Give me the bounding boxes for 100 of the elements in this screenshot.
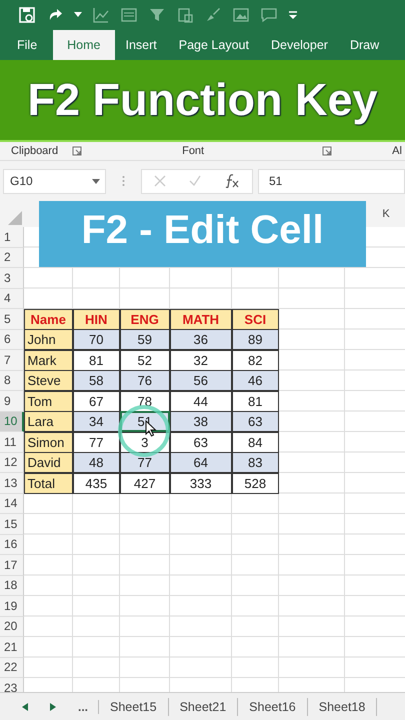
overlay-banner: F2 - Edit Cell	[39, 201, 366, 267]
ribbon-tab[interactable]: Page Layout	[168, 30, 260, 60]
row-number[interactable]: 7	[0, 350, 24, 370]
table-cell: 38	[170, 411, 232, 432]
shape-icon[interactable]	[176, 6, 194, 24]
table-cell: MATH	[170, 308, 232, 330]
row-number[interactable]: 12	[0, 452, 24, 473]
previous-sheet-icon[interactable]	[22, 702, 28, 710]
row-number[interactable]: 20	[0, 616, 24, 637]
table-cell: 435	[72, 472, 120, 494]
row-number[interactable]: 18	[0, 576, 24, 596]
ribbon-tab[interactable]: Draw	[338, 30, 390, 60]
dialog-launcher-icon[interactable]	[322, 146, 332, 156]
row-number[interactable]: 23	[0, 678, 24, 692]
group-label: Font	[182, 145, 204, 157]
table-cell: 89	[232, 329, 279, 350]
comment-icon[interactable]	[260, 6, 278, 24]
dropdown-caret-icon[interactable]	[92, 179, 100, 184]
save-icon[interactable]	[18, 6, 36, 24]
table-cell: 83	[232, 452, 279, 473]
ribbon-tab[interactable]: File	[0, 30, 54, 60]
table-cell: 46	[232, 370, 279, 391]
table-cell: 82	[232, 350, 279, 370]
insert-function-icon[interactable]	[224, 174, 240, 188]
ribbon-tab[interactable]: Developer	[260, 30, 339, 60]
filter-icon[interactable]	[148, 6, 166, 24]
ribbon-tab[interactable]: Home	[53, 30, 114, 60]
table-cell: Total	[24, 472, 73, 494]
table-cell: Steve	[24, 370, 73, 391]
sheet-tab[interactable]: Sheet18	[308, 698, 378, 716]
row-number[interactable]: 1	[0, 227, 24, 248]
table-cell: HIN	[72, 308, 120, 330]
row-number[interactable]: 14	[0, 494, 24, 514]
title-banner: F2 Function Key	[0, 60, 405, 142]
row-number[interactable]: 2	[0, 248, 24, 268]
table-cell: 63	[170, 432, 232, 452]
row-number[interactable]: 13	[0, 473, 24, 494]
row-number[interactable]: 11	[0, 432, 24, 452]
table-cell: 76	[120, 370, 170, 391]
sheet-tab[interactable]: Sheet15	[99, 698, 169, 716]
dialog-launcher-icon[interactable]	[72, 146, 82, 156]
table-cell: 48	[72, 452, 120, 473]
row-number[interactable]: 5	[0, 309, 24, 330]
table-cell: SCI	[232, 308, 279, 330]
row-number[interactable]: 17	[0, 555, 24, 576]
row-number[interactable]: 21	[0, 637, 24, 658]
chart-icon[interactable]	[92, 6, 110, 24]
table-cell: 81	[72, 350, 120, 370]
more-sheets-button[interactable]: ...	[78, 700, 100, 714]
table-cell: 56	[170, 370, 232, 391]
sheet-tab[interactable]: Sheet21	[168, 698, 238, 716]
row-number[interactable]: 3	[0, 268, 24, 288]
image-icon[interactable]	[232, 6, 250, 24]
table-cell: 67	[72, 390, 120, 412]
table-cell: 36	[170, 329, 232, 350]
column-header[interactable]: K	[367, 201, 405, 227]
name-box[interactable]: G10	[3, 168, 106, 194]
table-cell: 32	[170, 350, 232, 370]
next-sheet-icon[interactable]	[50, 702, 56, 710]
sheet-tab[interactable]: Sheet16	[238, 698, 308, 716]
brush-icon[interactable]	[204, 6, 222, 24]
table-cell: 58	[72, 370, 120, 391]
row-number[interactable]: 22	[0, 658, 24, 678]
table-cell: Lara	[24, 411, 73, 432]
table-cell: David	[24, 452, 73, 473]
table-cell: 528	[232, 472, 279, 494]
ribbon-tab[interactable]: Insert	[114, 30, 168, 60]
table-cell: ENG	[120, 308, 170, 330]
formula-field[interactable]: 51	[258, 168, 405, 194]
table-cell: 81	[232, 390, 279, 412]
row-number[interactable]: 9	[0, 391, 24, 412]
table-cell: Simon	[24, 432, 73, 452]
table-cell: 34	[72, 411, 120, 432]
customize-icon[interactable]	[288, 9, 298, 21]
table-cell: John	[24, 329, 73, 350]
form-icon[interactable]	[120, 6, 138, 24]
table-cell: 52	[120, 350, 170, 370]
table-cell: 70	[72, 329, 120, 350]
table-cell: Tom	[24, 390, 73, 412]
dropdown-caret-icon[interactable]	[74, 12, 82, 18]
row-number[interactable]: 15	[0, 514, 24, 534]
row-number[interactable]: 6	[0, 330, 24, 350]
table-cell: Mark	[24, 350, 73, 370]
group-label: Clipboard	[11, 145, 58, 157]
row-number[interactable]: 19	[0, 596, 24, 616]
table-cell: 77	[72, 432, 120, 452]
group-label: Al	[392, 145, 402, 157]
table-cell: 84	[232, 432, 279, 452]
table-cell: Name	[24, 308, 73, 330]
table-cell: 63	[232, 411, 279, 432]
table-cell: 59	[120, 329, 170, 350]
row-number[interactable]: 4	[0, 288, 24, 309]
table-cell: 44	[170, 390, 232, 412]
row-number[interactable]: 8	[0, 370, 24, 391]
table-cell: 333	[170, 472, 232, 494]
table-cell: 64	[170, 452, 232, 473]
grip-icon	[122, 175, 125, 187]
table-cell: 427	[120, 472, 170, 494]
row-number[interactable]: 16	[0, 534, 24, 555]
row-number[interactable]: 10	[0, 412, 24, 432]
